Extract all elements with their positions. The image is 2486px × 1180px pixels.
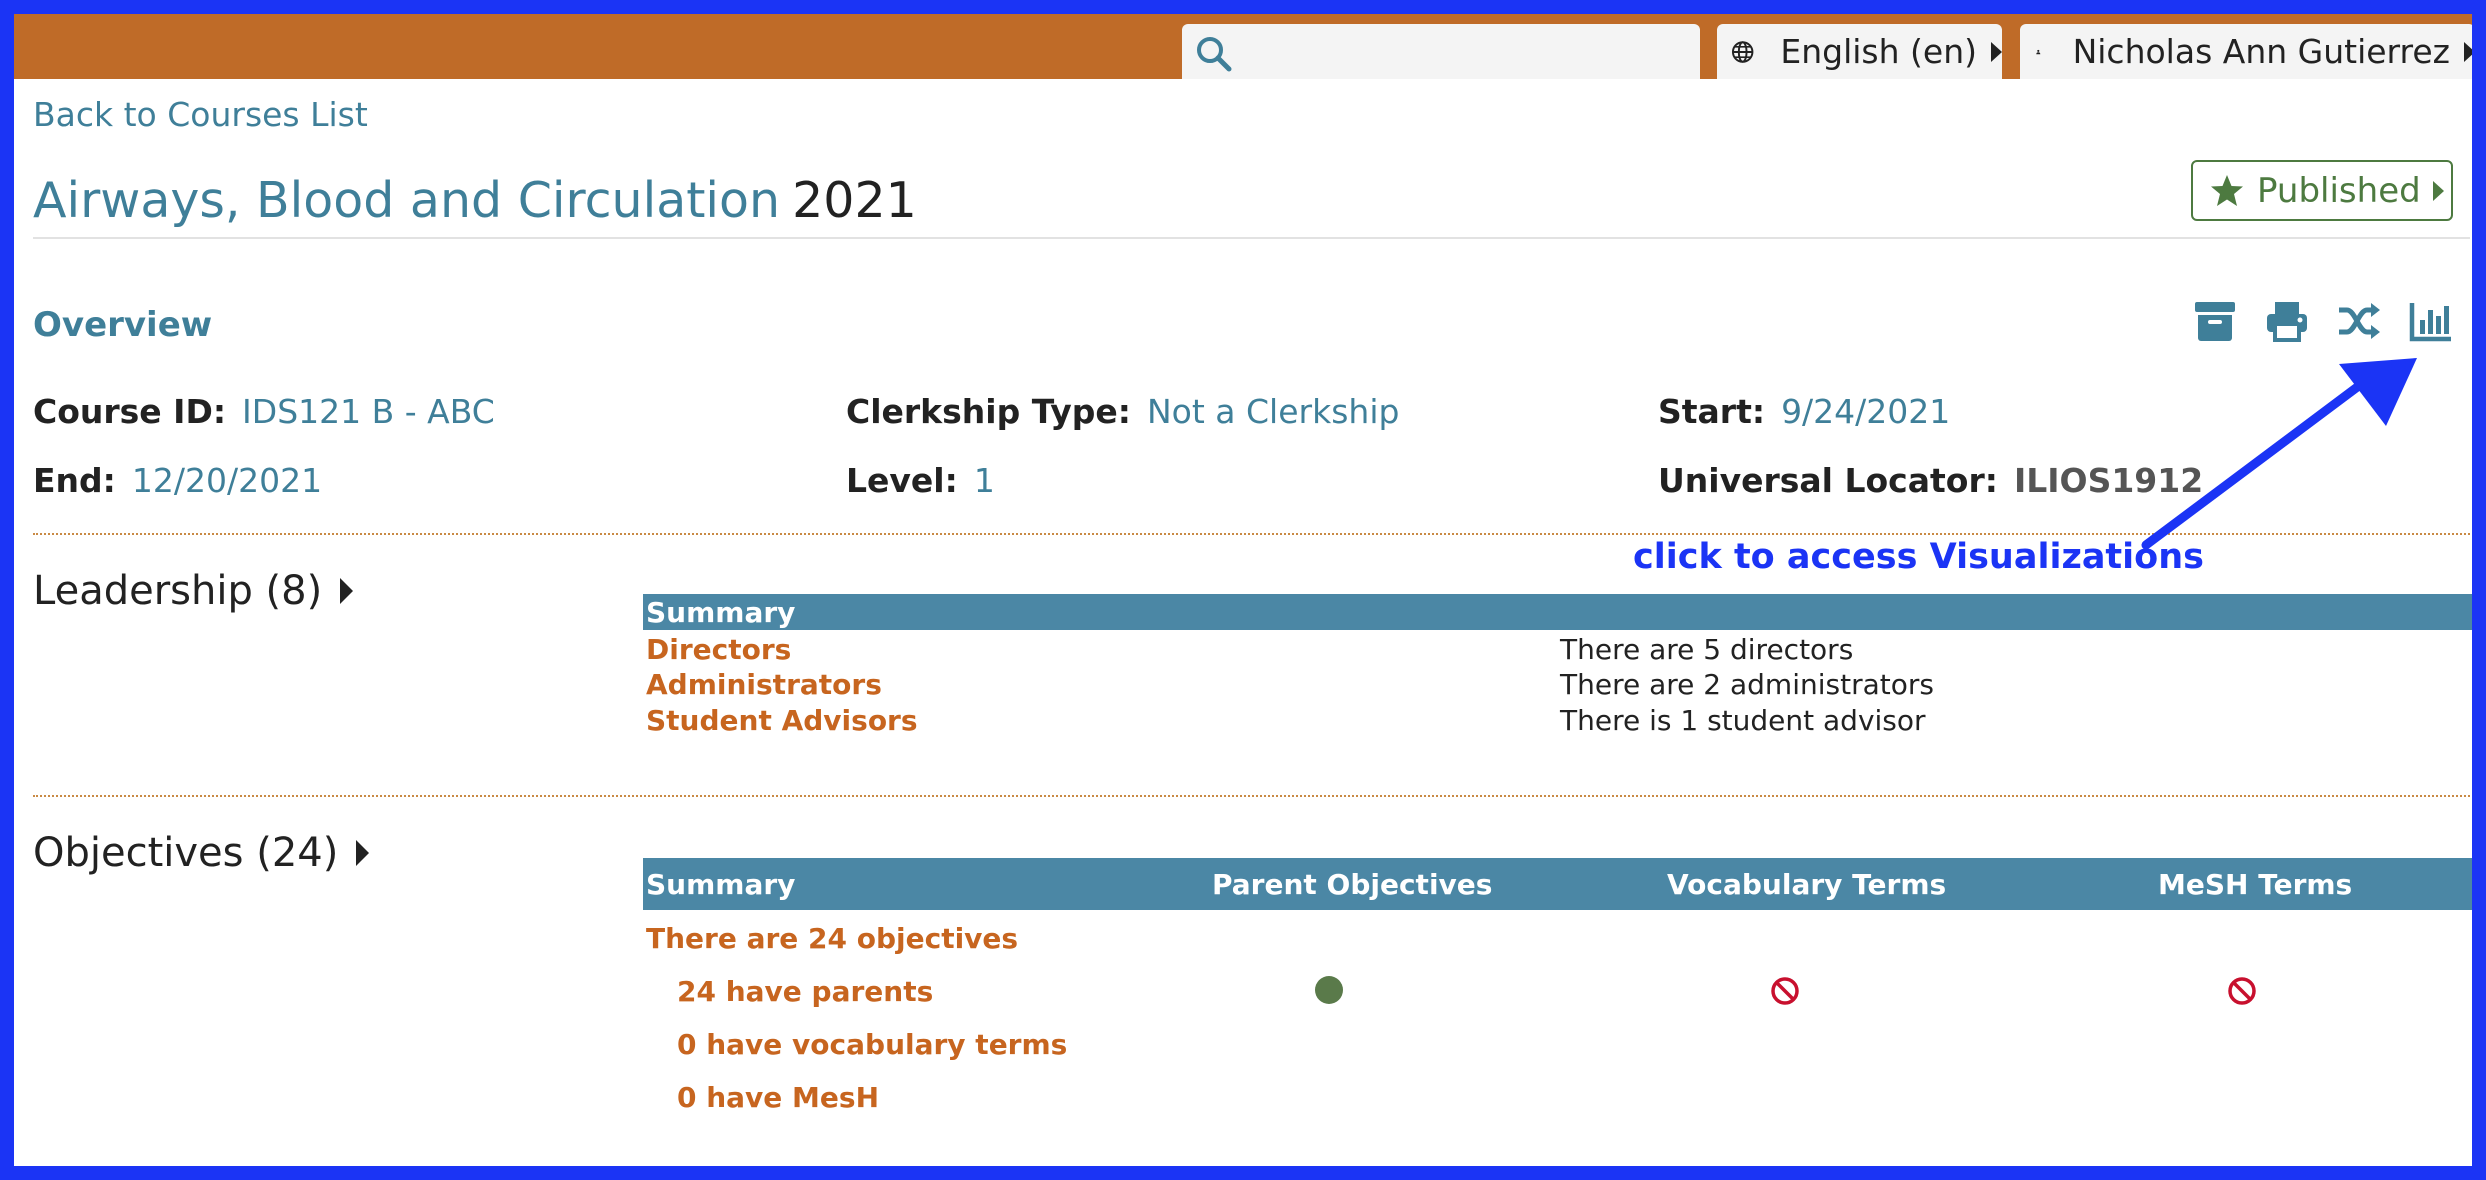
caret-right-icon: [340, 578, 354, 604]
course-id-label: Course ID:: [33, 392, 227, 431]
ban-icon: [1771, 977, 1799, 1005]
search-input[interactable]: [1182, 24, 1700, 79]
course-title[interactable]: Airways, Blood and Circulation: [33, 172, 780, 229]
start-date-field: Start: 9/24/2021: [1658, 392, 1950, 431]
start-date-label: Start:: [1658, 392, 1766, 431]
print-icon[interactable]: [2265, 300, 2309, 342]
end-date-label: End:: [33, 461, 116, 500]
back-to-courses-link[interactable]: Back to Courses List: [33, 95, 368, 134]
clerkship-type-value[interactable]: Not a Clerkship: [1147, 392, 1399, 431]
ban-icon: [2228, 977, 2256, 1005]
search-icon: [1197, 37, 1232, 72]
objectives-row-label[interactable]: 24 have parents: [677, 975, 933, 1008]
user-name: Nicholas Ann Gutierrez: [2072, 32, 2450, 71]
leadership-row-label[interactable]: Administrators: [646, 668, 882, 701]
overview-toolbar: [2193, 300, 2453, 342]
language-label: English (en): [1780, 32, 1977, 71]
section-divider: [33, 533, 2470, 535]
start-date-value[interactable]: 9/24/2021: [1781, 392, 1950, 431]
clerkship-type-field: Clerkship Type: Not a Clerkship: [846, 392, 1399, 431]
leadership-row-text: There are 5 directors: [1560, 633, 1854, 666]
objectives-toggle[interactable]: Objectives (24): [33, 830, 370, 876]
publish-status-label: Published: [2257, 170, 2421, 211]
overview-heading: Overview: [33, 305, 213, 345]
objectives-heading: Objectives (24): [33, 830, 339, 876]
top-navigation-bar: English (en) Nicholas Ann Gutierrez: [14, 14, 2475, 79]
end-date-field: End: 12/20/2021: [33, 461, 322, 500]
language-menu[interactable]: English (en): [1717, 24, 2002, 79]
caret-right-icon: [1991, 41, 2002, 62]
level-field: Level: 1: [846, 461, 995, 500]
shuffle-icon[interactable]: [2337, 300, 2381, 342]
complete-status-icon: [1315, 976, 1343, 1004]
globe-icon: [1731, 40, 1754, 63]
leadership-row-text: There are 2 administrators: [1560, 668, 1934, 701]
objectives-summary-header: Summary: [646, 867, 796, 901]
caret-right-icon: [2464, 41, 2475, 62]
title-divider: [33, 237, 2470, 239]
page-title: Airways, Blood and Circulation 2021: [33, 172, 917, 229]
objectives-row-label[interactable]: 0 have vocabulary terms: [677, 1028, 1067, 1061]
archive-icon[interactable]: [2193, 300, 2237, 342]
course-id-value[interactable]: IDS121 B - ABC: [242, 392, 495, 431]
objectives-table-header: Summary Parent Objectives Vocabulary Ter…: [643, 858, 2472, 910]
caret-right-icon: [356, 840, 370, 866]
level-label: Level:: [846, 461, 958, 500]
level-value[interactable]: 1: [974, 461, 995, 500]
mesh-terms-header: MeSH Terms: [2158, 867, 2353, 901]
clerkship-type-label: Clerkship Type:: [846, 392, 1131, 431]
publish-status-button[interactable]: Published: [2191, 160, 2453, 221]
objectives-row-label[interactable]: 0 have MesH: [677, 1081, 879, 1114]
section-divider: [33, 795, 2470, 797]
user-icon: [2036, 49, 2041, 54]
course-id-field: Course ID: IDS121 B - ABC: [33, 392, 495, 431]
chart-bar-icon[interactable]: [2409, 300, 2453, 342]
leadership-row-label[interactable]: Student Advisors: [646, 704, 918, 737]
universal-locator-label: Universal Locator:: [1658, 461, 1998, 500]
annotation-arrow: [2141, 358, 2417, 550]
caret-right-icon: [2432, 180, 2444, 201]
user-menu[interactable]: Nicholas Ann Gutierrez: [2020, 24, 2475, 79]
leadership-row-label[interactable]: Directors: [646, 633, 791, 666]
course-year: 2021: [792, 172, 917, 229]
star-icon: [2211, 174, 2243, 206]
leadership-table-header: Summary: [643, 594, 2472, 630]
leadership-summary-header: Summary: [646, 595, 796, 629]
objectives-summary-line[interactable]: There are 24 objectives: [646, 922, 1018, 955]
vocabulary-terms-header: Vocabulary Terms: [1667, 867, 1947, 901]
leadership-heading: Leadership (8): [33, 568, 323, 614]
parent-objectives-header: Parent Objectives: [1212, 867, 1493, 901]
leadership-toggle[interactable]: Leadership (8): [33, 568, 354, 614]
visualization-annotation: click to access Visualizations: [1633, 537, 2204, 577]
end-date-value[interactable]: 12/20/2021: [132, 461, 322, 500]
leadership-row-text: There is 1 student advisor: [1560, 704, 1926, 737]
